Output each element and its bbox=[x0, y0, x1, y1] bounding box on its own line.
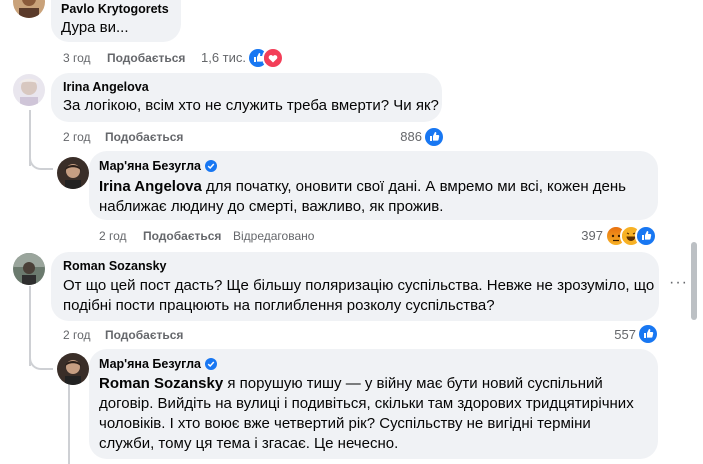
reply-author[interactable]: Мар'яна Безугла bbox=[99, 357, 201, 371]
thread-elbow bbox=[29, 148, 53, 170]
comment-text: Дура ви... bbox=[61, 19, 129, 36]
reactions-count[interactable]: 886 bbox=[372, 129, 422, 144]
reply-time[interactable]: 2 год bbox=[99, 229, 127, 243]
like-button[interactable]: Подобається bbox=[105, 328, 183, 342]
comment-author[interactable]: Irina Angelova bbox=[63, 80, 149, 94]
comment-time[interactable]: 2 год bbox=[63, 328, 91, 342]
avatar[interactable] bbox=[57, 353, 89, 385]
reply-text-line: наближає людину до смерті, важливо, як п… bbox=[99, 198, 444, 215]
like-button[interactable]: Подобається bbox=[107, 51, 185, 65]
avatar[interactable] bbox=[13, 74, 45, 106]
thread-elbow bbox=[29, 346, 53, 370]
more-options-button[interactable]: ··· bbox=[669, 274, 688, 292]
comment-time[interactable]: 2 год bbox=[63, 130, 91, 144]
thread-line bbox=[68, 384, 70, 464]
comment-time[interactable]: 3 год bbox=[63, 51, 91, 65]
avatar[interactable] bbox=[13, 0, 45, 18]
reply-text-line: договір. Вийдіть на вулиці і подивіться,… bbox=[99, 395, 634, 412]
scrollbar-thumb[interactable] bbox=[691, 242, 697, 320]
reactions-count[interactable]: 1,6 тис. bbox=[201, 50, 246, 65]
scrollbar-track[interactable] bbox=[688, 0, 703, 464]
mention-link[interactable]: Roman Sozansky bbox=[99, 375, 223, 392]
reply-text-line: Irina Angelova для початку, оновити свої… bbox=[99, 178, 626, 195]
comment-author[interactable]: Roman Sozansky bbox=[63, 259, 167, 273]
reply-text-line: служби, тому ця тема і згасає. Це нечесн… bbox=[99, 435, 399, 452]
reactions-count[interactable]: 557 bbox=[586, 327, 636, 342]
verified-badge-icon bbox=[205, 159, 217, 172]
comment-text-line: От що цей пост дасть? Ще більшу поляриза… bbox=[63, 277, 655, 294]
reply-text-line: Roman Sozansky я порушую тишу — у війну … bbox=[99, 375, 603, 392]
edited-label: Відредаговано bbox=[233, 229, 315, 243]
reply-text-line: чоловіків. І хто воює вже четвертий рік?… bbox=[99, 415, 591, 432]
like-icon[interactable] bbox=[635, 225, 657, 247]
verified-badge-icon bbox=[205, 357, 217, 370]
avatar[interactable] bbox=[57, 157, 89, 189]
mention-link[interactable]: Irina Angelova bbox=[99, 178, 202, 195]
reactions-count[interactable]: 397 bbox=[553, 228, 603, 243]
comment-text-line: подібні пости працюють на поглиблення ро… bbox=[63, 297, 495, 314]
like-button[interactable]: Подобається bbox=[143, 229, 221, 243]
like-button[interactable]: Подобається bbox=[105, 130, 183, 144]
comment-author[interactable]: Pavlo Krytogorets bbox=[61, 2, 169, 16]
like-icon[interactable] bbox=[637, 323, 659, 345]
comment-text: За логікою, всім хто не служить треба вм… bbox=[63, 97, 439, 114]
avatar[interactable] bbox=[13, 253, 45, 285]
reply-author[interactable]: Мар'яна Безугла bbox=[99, 159, 201, 173]
love-icon[interactable] bbox=[262, 47, 284, 69]
like-icon[interactable] bbox=[423, 126, 445, 148]
